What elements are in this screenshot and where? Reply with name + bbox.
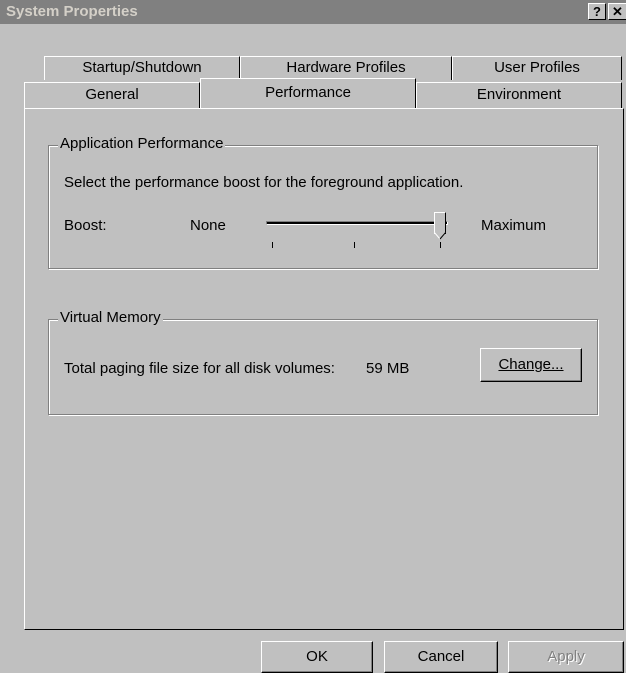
slider-thumb[interactable] xyxy=(434,212,446,234)
close-button[interactable]: ✕ xyxy=(608,3,626,20)
slider-tick xyxy=(272,242,273,248)
apply-button[interactable]: Apply xyxy=(508,641,624,673)
change-button-label: Change... xyxy=(498,356,564,373)
boost-label: Boost: xyxy=(64,217,107,234)
paging-file-value: 59 MB xyxy=(366,360,410,377)
boost-max-label: Maximum xyxy=(481,217,547,234)
slider-track xyxy=(266,221,448,225)
boost-slider[interactable] xyxy=(266,212,456,252)
virtual-memory-label: Virtual Memory xyxy=(58,309,163,326)
change-button[interactable]: Change... xyxy=(480,348,582,382)
tab-environment[interactable]: Environment xyxy=(416,82,622,108)
tab-hardware-profiles[interactable]: Hardware Profiles xyxy=(240,56,452,80)
help-button[interactable]: ? xyxy=(588,3,606,20)
paging-file-label: Total paging file size for all disk volu… xyxy=(64,360,335,377)
tab-general[interactable]: General xyxy=(24,82,200,108)
cancel-button[interactable]: Cancel xyxy=(384,641,498,673)
tab-performance[interactable]: Performance xyxy=(200,78,416,108)
tab-user-profiles[interactable]: User Profiles xyxy=(452,56,622,80)
application-performance-label: Application Performance xyxy=(58,135,226,152)
slider-tick xyxy=(354,242,355,248)
boost-min-label: None xyxy=(190,217,226,234)
slider-tick xyxy=(440,242,441,248)
slider-thumb-pointer-icon xyxy=(434,232,446,240)
boost-description: Select the performance boost for the for… xyxy=(64,174,464,191)
ok-button[interactable]: OK xyxy=(261,641,373,673)
close-icon: ✕ xyxy=(612,4,623,19)
tab-startup-shutdown[interactable]: Startup/Shutdown xyxy=(44,56,240,80)
window-title: System Properties xyxy=(6,3,138,20)
